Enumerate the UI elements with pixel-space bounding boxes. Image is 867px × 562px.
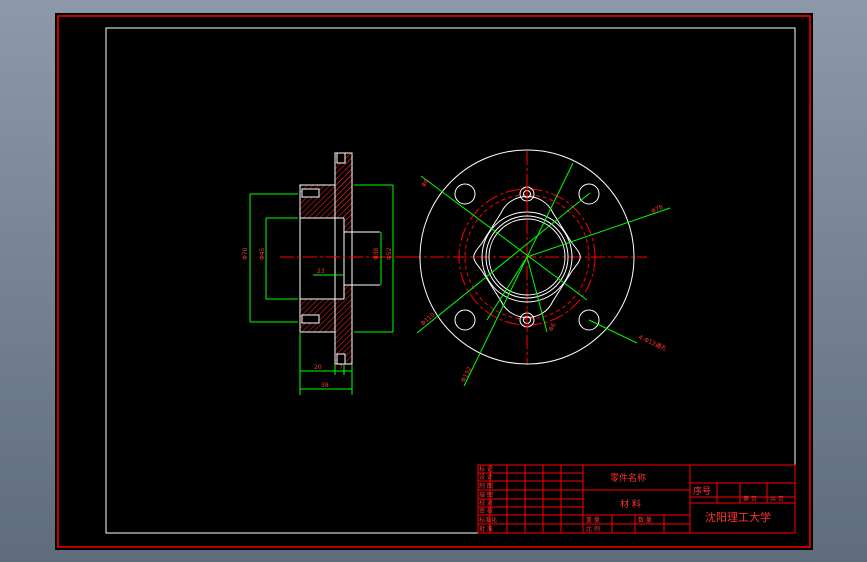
row-4: 描 图 xyxy=(479,491,493,499)
count-label: 数 量 xyxy=(638,516,652,524)
material-label: 材 料 xyxy=(620,498,641,510)
scale-label: 比 例 xyxy=(586,525,600,533)
row-6: 审 核 xyxy=(479,507,493,515)
hatch-step-lower xyxy=(344,285,352,299)
row-1: 标 记 xyxy=(479,465,493,473)
sheet-label: 第 页 xyxy=(743,495,757,503)
dim-step: 23 xyxy=(317,268,325,275)
slot-upper xyxy=(301,188,320,198)
university-label: 沈阳理工大学 xyxy=(705,510,771,524)
dim-circle-b: Φ78 xyxy=(650,204,664,216)
slot-lower xyxy=(301,314,320,324)
flange-slot-lower xyxy=(336,353,346,365)
dim-width-total: 38 xyxy=(321,382,329,389)
dim-inner: Φ38 xyxy=(373,247,380,260)
part-name-label: 零件名称 xyxy=(610,472,646,484)
hatch-step-upper xyxy=(344,218,352,232)
dim-circle-e: Φ132 xyxy=(460,366,474,384)
dim-width-mid: 20 xyxy=(314,364,322,371)
row-2: 设 计 xyxy=(479,473,493,481)
inner-frame xyxy=(105,27,796,534)
bolt-hole-tl xyxy=(454,183,476,205)
dim-right: Φ52 xyxy=(386,247,393,260)
row-3: 制 图 xyxy=(479,482,493,490)
outer-frame xyxy=(57,15,811,548)
row-8: 批 准 xyxy=(479,525,493,533)
dim-circle-c: Φ6 xyxy=(547,322,557,333)
row-7: 标准化 xyxy=(479,516,497,524)
bolt-hole-bl xyxy=(454,309,476,331)
dim-width-flange: 7 xyxy=(339,364,343,371)
dim-circle-a: Φ8 xyxy=(420,177,430,188)
seq-no-label: 序号 xyxy=(693,485,711,497)
weight-label: 重 量 xyxy=(586,516,600,524)
cad-viewport[interactable]: Φ70 Φ45 Φ38 Φ52 23 20 7 38 Φ8 Φ78 Φ6 Φ11… xyxy=(55,13,813,550)
dim-outer-left: Φ70 xyxy=(242,247,249,260)
flange-slot-upper xyxy=(336,152,346,164)
dim-holes-note: 4-Φ12通孔 xyxy=(637,333,668,353)
dim-bore: Φ45 xyxy=(259,247,266,260)
drawing-canvas: Φ70 Φ45 Φ38 Φ52 23 20 7 38 Φ8 Φ78 Φ6 Φ11… xyxy=(57,15,811,548)
total-label: 共 页 xyxy=(770,495,784,503)
row-5: 校 对 xyxy=(479,499,493,507)
